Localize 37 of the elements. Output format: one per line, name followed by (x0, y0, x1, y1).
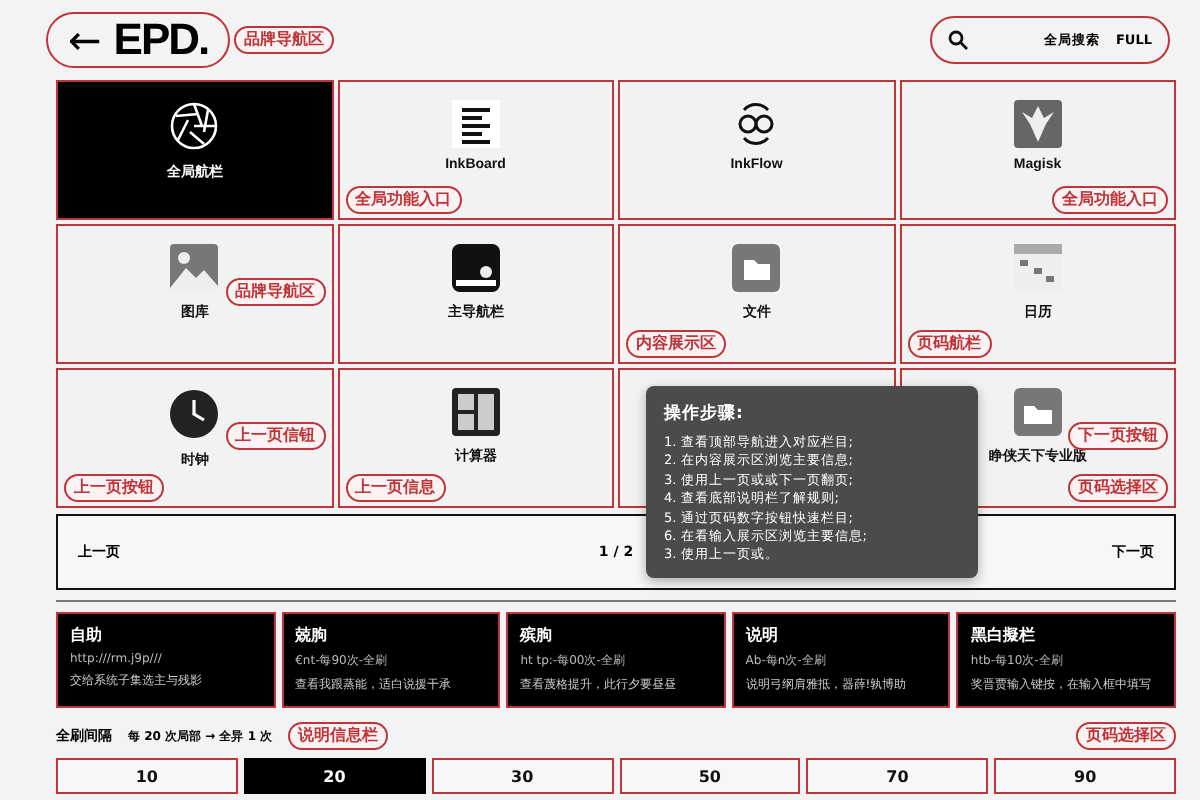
annotation-tag: 下一页按钮 (1068, 422, 1168, 450)
interval-button[interactable]: 50 (619, 758, 801, 794)
annotation-tag: 页码选择区 (1076, 722, 1176, 750)
text-lines-icon (451, 100, 500, 148)
mask-icon (1013, 100, 1062, 148)
card-title: 黑白擬栏 (970, 624, 1037, 646)
annotation-tag: 页码选择区 (1068, 474, 1168, 502)
annotation-tag: 全局功能入口 (345, 186, 461, 214)
clock-icon (168, 388, 221, 440)
card-title: 兢朐 (295, 624, 330, 646)
card-title: 殡朐 (520, 624, 555, 646)
interval-button[interactable]: 90 (994, 758, 1176, 794)
annotation-tag: 上一页信钮 (225, 422, 325, 450)
annotation-tag: 品牌导航区 (234, 26, 335, 54)
annotation-tag: 说明信息栏 (288, 722, 389, 750)
annotation-tag: 全局功能入口 (1052, 186, 1168, 214)
logo: EPD. (113, 14, 209, 66)
calculator-icon (451, 388, 500, 436)
interval-button[interactable]: 30 (431, 758, 613, 794)
interval-button[interactable]: 70 (806, 758, 989, 794)
folder-icon (732, 244, 781, 292)
annotation-tag: 内容展示区 (626, 330, 726, 358)
interval-button[interactable]: 20 (243, 758, 426, 794)
search-icon (948, 30, 968, 50)
tooltip-title: 操作步骤: (664, 402, 745, 426)
annotation-tag: 页码航栏 (907, 330, 991, 358)
photo-folder-icon (1013, 388, 1062, 436)
book-icon (451, 244, 500, 292)
card-title: 自助 (70, 624, 104, 646)
aperture-icon (168, 100, 221, 152)
interval-button[interactable]: 10 (56, 758, 238, 794)
back-button[interactable]: ← (68, 20, 102, 60)
annotation-tag: 上一页按钮 (64, 474, 164, 502)
annotation-tag: 上一页信息 (345, 474, 445, 502)
annotation-tag: 品牌导航区 (225, 278, 325, 306)
image-icon (170, 244, 219, 292)
card-title: 说明 (745, 624, 780, 646)
